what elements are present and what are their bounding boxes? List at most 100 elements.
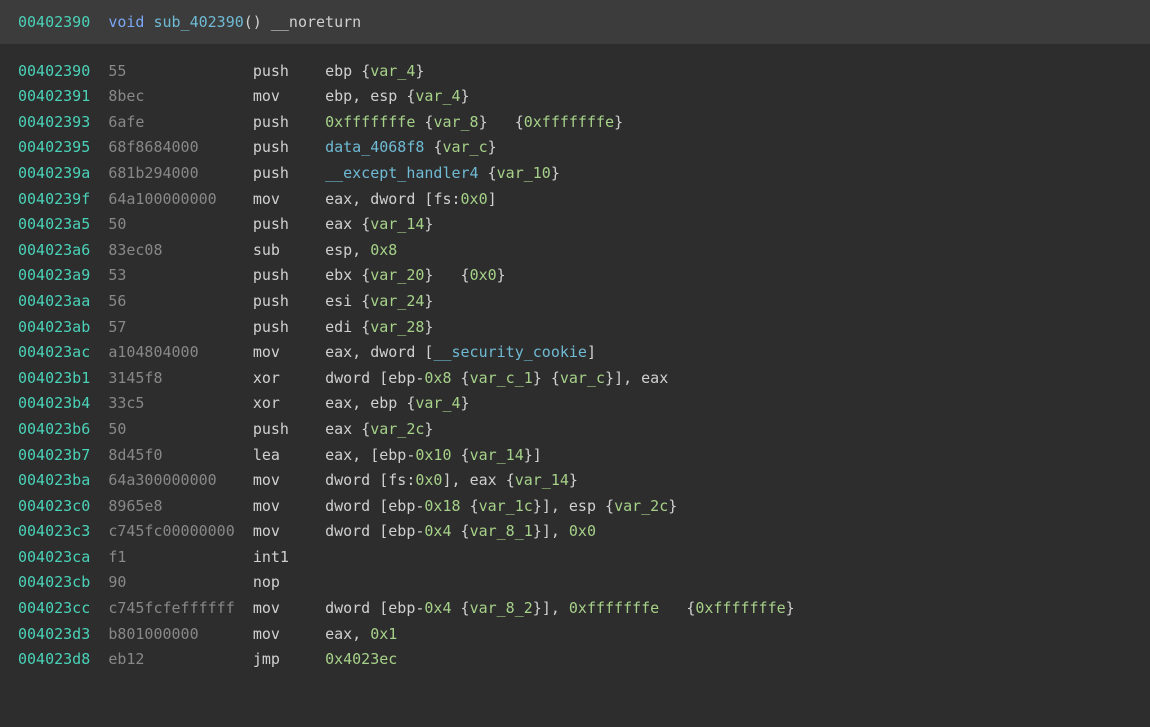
asm-row[interactable]: 004023ac a104804000 mov eax, dword [__se…	[18, 340, 1132, 366]
operand-num[interactable]: 0x1	[370, 625, 397, 643]
operand-num[interactable]: 0x0	[569, 522, 596, 540]
operand-var[interactable]: var_4	[370, 62, 415, 80]
header-address[interactable]: 00402390	[18, 13, 90, 31]
operand-num[interactable]: 0x18	[424, 497, 460, 515]
asm-row[interactable]: 00402390 55 push ebp {var_4}	[18, 59, 1132, 85]
operand-reg: eax	[325, 446, 352, 464]
operand-punct: ,	[352, 190, 370, 208]
operand-punct: ,	[352, 625, 370, 643]
address[interactable]: 004023ca	[18, 548, 108, 566]
operand-num[interactable]: 0x8	[424, 369, 451, 387]
mnemonic: push	[253, 164, 325, 182]
operand-punct: [	[379, 522, 388, 540]
address[interactable]: 004023d8	[18, 650, 108, 668]
operand-var[interactable]: var_4	[415, 394, 460, 412]
address[interactable]: 004023d3	[18, 625, 108, 643]
address[interactable]: 0040239f	[18, 190, 108, 208]
operand-brace: }	[479, 113, 488, 131]
asm-row[interactable]: 00402393 6afe push 0xfffffffe {var_8} {0…	[18, 110, 1132, 136]
asm-row[interactable]: 004023d8 eb12 jmp 0x4023ec	[18, 647, 1132, 673]
operand-var[interactable]: var_8_1	[470, 522, 533, 540]
bytes: 33c5	[108, 394, 253, 412]
operand-num[interactable]: 0x4	[424, 522, 451, 540]
asm-row[interactable]: 004023aa 56 push esi {var_24}	[18, 289, 1132, 315]
operand-var[interactable]: var_8_2	[470, 599, 533, 617]
asm-row[interactable]: 004023c3 c745fc00000000 mov dword [ebp-0…	[18, 519, 1132, 545]
operand-var[interactable]: var_c	[560, 369, 605, 387]
bytes: b801000000	[108, 625, 253, 643]
address[interactable]: 00402391	[18, 87, 108, 105]
address[interactable]: 004023ab	[18, 318, 108, 336]
operand-num[interactable]: 0xfffffffe	[325, 113, 415, 131]
operand-var[interactable]: var_14	[370, 215, 424, 233]
asm-row[interactable]: 004023b6 50 push eax {var_2c}	[18, 417, 1132, 443]
asm-row[interactable]: 004023ca f1 int1	[18, 545, 1132, 571]
mnemonic: lea	[253, 446, 325, 464]
address[interactable]: 004023b4	[18, 394, 108, 412]
operand-var[interactable]: var_14	[470, 446, 524, 464]
operand-var[interactable]: var_c	[442, 138, 487, 156]
operand-num[interactable]: 0x10	[415, 446, 451, 464]
asm-row[interactable]: 00402395 68f8684000 push data_4068f8 {va…	[18, 135, 1132, 161]
asm-row[interactable]: 004023c0 8965e8 mov dword [ebp-0x18 {var…	[18, 494, 1132, 520]
address[interactable]: 004023ac	[18, 343, 108, 361]
address[interactable]: 004023b7	[18, 446, 108, 464]
asm-row[interactable]: 004023a6 83ec08 sub esp, 0x8	[18, 238, 1132, 264]
bytes: c745fcfeffffff	[108, 599, 253, 617]
address[interactable]: 00402390	[18, 62, 108, 80]
address[interactable]: 004023aa	[18, 292, 108, 310]
asm-row[interactable]: 004023b1 3145f8 xor dword [ebp-0x8 {var_…	[18, 366, 1132, 392]
address[interactable]: 004023a6	[18, 241, 108, 259]
address[interactable]: 004023b1	[18, 369, 108, 387]
asm-row[interactable]: 004023d3 b801000000 mov eax, 0x1	[18, 622, 1132, 648]
operand-sym[interactable]: __except_handler4	[325, 164, 479, 182]
operand-num[interactable]: 0x0	[470, 266, 497, 284]
operand-var[interactable]: var_28	[370, 318, 424, 336]
operand-sym[interactable]: data_4068f8	[325, 138, 424, 156]
address[interactable]: 004023c0	[18, 497, 108, 515]
asm-row[interactable]: 004023a9 53 push ebx {var_20} {0x0}	[18, 263, 1132, 289]
asm-row[interactable]: 004023a5 50 push eax {var_14}	[18, 212, 1132, 238]
address[interactable]: 004023cb	[18, 573, 108, 591]
function-name[interactable]: sub_402390	[153, 13, 243, 31]
operand-num[interactable]: 0xfffffffe	[695, 599, 785, 617]
address[interactable]: 004023b6	[18, 420, 108, 438]
asm-row[interactable]: 004023ab 57 push edi {var_28}	[18, 315, 1132, 341]
operand-var[interactable]: var_2c	[614, 497, 668, 515]
address[interactable]: 004023cc	[18, 599, 108, 617]
mnemonic: mov	[253, 625, 325, 643]
operand-var[interactable]: var_10	[497, 164, 551, 182]
operand-num[interactable]: 0x8	[370, 241, 397, 259]
operand-var[interactable]: var_24	[370, 292, 424, 310]
asm-row[interactable]: 004023b7 8d45f0 lea eax, [ebp-0x10 {var_…	[18, 443, 1132, 469]
address[interactable]: 004023c3	[18, 522, 108, 540]
asm-row[interactable]: 004023ba 64a300000000 mov dword [fs:0x0]…	[18, 468, 1132, 494]
asm-row[interactable]: 004023cc c745fcfeffffff mov dword [ebp-0…	[18, 596, 1132, 622]
address[interactable]: 004023ba	[18, 471, 108, 489]
operand-var[interactable]: var_20	[370, 266, 424, 284]
operand-num[interactable]: 0x4023ec	[325, 650, 397, 668]
asm-row[interactable]: 004023b4 33c5 xor eax, ebp {var_4}	[18, 391, 1132, 417]
operand-num[interactable]: 0x0	[415, 471, 442, 489]
asm-row[interactable]: 00402391 8bec mov ebp, esp {var_4}	[18, 84, 1132, 110]
operand-num[interactable]: 0xfffffffe	[569, 599, 659, 617]
asm-row[interactable]: 0040239f 64a100000000 mov eax, dword [fs…	[18, 187, 1132, 213]
operand-var[interactable]: var_c_1	[470, 369, 533, 387]
operand-reg: ebp	[325, 87, 352, 105]
operand-num[interactable]: 0x4	[424, 599, 451, 617]
address[interactable]: 00402395	[18, 138, 108, 156]
address[interactable]: 004023a9	[18, 266, 108, 284]
operand-var[interactable]: var_8	[433, 113, 478, 131]
asm-row[interactable]: 004023cb 90 nop	[18, 570, 1132, 596]
operand-var[interactable]: var_2c	[370, 420, 424, 438]
operand-var[interactable]: var_4	[415, 87, 460, 105]
operand-num[interactable]: 0x0	[461, 190, 488, 208]
operand-sym[interactable]: __security_cookie	[433, 343, 587, 361]
operand-var[interactable]: var_14	[515, 471, 569, 489]
address[interactable]: 004023a5	[18, 215, 108, 233]
operand-num[interactable]: 0xfffffffe	[524, 113, 614, 131]
address[interactable]: 0040239a	[18, 164, 108, 182]
address[interactable]: 00402393	[18, 113, 108, 131]
operand-var[interactable]: var_1c	[479, 497, 533, 515]
asm-row[interactable]: 0040239a 681b294000 push __except_handle…	[18, 161, 1132, 187]
